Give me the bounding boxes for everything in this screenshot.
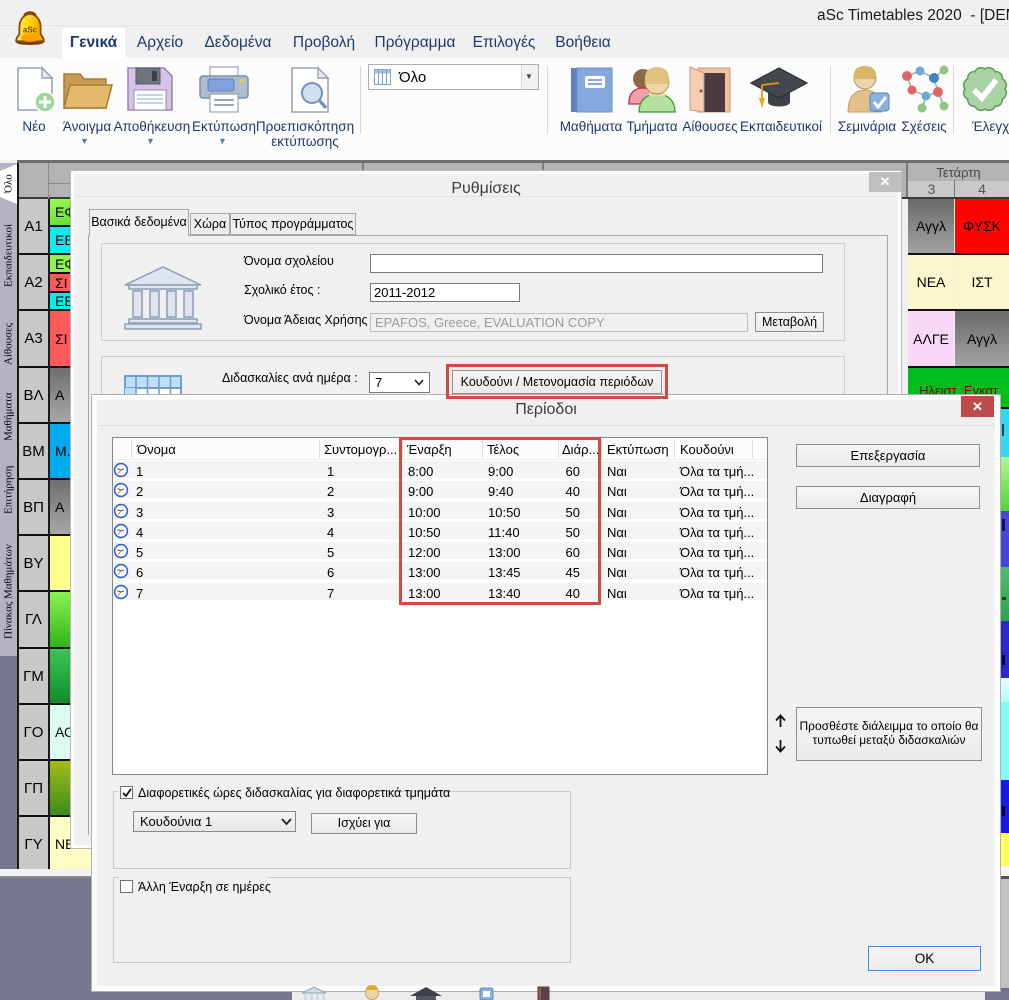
svg-text:aSc: aSc	[23, 25, 38, 34]
